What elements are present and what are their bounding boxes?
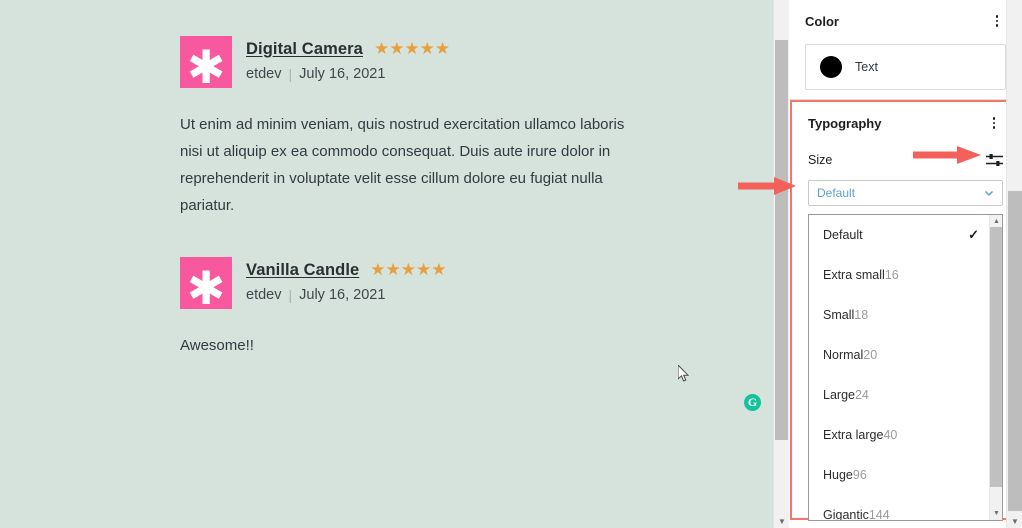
review-author: etdev — [246, 287, 282, 303]
review-block[interactable]: ✱ Digital Camera ★★★★★ etdev | July 16, … — [180, 36, 640, 219]
dropdown-scroll-down-arrow-icon[interactable]: ▼ — [990, 510, 1002, 517]
chevron-down-icon — [984, 190, 994, 197]
settings-sidebar: Color Text Typography Size Default Defau… — [789, 0, 1022, 528]
sliders-icon[interactable] — [986, 153, 1003, 167]
font-size-option-value: 20 — [863, 348, 878, 362]
font-size-option-label: Large24 — [823, 388, 869, 402]
review-header: ✱ Digital Camera ★★★★★ etdev | July 16, … — [180, 36, 640, 94]
more-options-icon[interactable] — [988, 12, 1006, 30]
text-color-swatch-icon — [820, 56, 842, 78]
typography-panel: Typography Size Default Default ✓ Extra … — [790, 100, 1021, 521]
review-body-text[interactable]: Ut enim ad minim veniam, quis nostrud ex… — [180, 111, 640, 219]
review-block[interactable]: ✱ Vanilla Candle ★★★★★ etdev | July 16, … — [180, 257, 640, 359]
editor-canvas[interactable]: ✱ Digital Camera ★★★★★ etdev | July 16, … — [0, 0, 773, 528]
star-rating-icon: ★★★★★ — [370, 259, 447, 280]
font-size-option-label: Default — [823, 228, 863, 242]
font-size-option-value: 18 — [854, 308, 869, 322]
font-size-dropdown[interactable]: Default ✓ Extra small16 Small18 Normal20 Larg… — [808, 214, 1003, 521]
scroll-down-arrow-icon[interactable]: ▼ — [774, 518, 790, 526]
typography-panel-title: Typography — [808, 115, 882, 131]
sidebar-scrollbar[interactable]: ▼ — [1006, 0, 1022, 528]
scroll-down-arrow-icon[interactable]: ▼ — [1007, 518, 1022, 526]
review-title-row: Digital Camera ★★★★★ — [246, 38, 450, 60]
asterisk-avatar-icon: ✱ — [180, 36, 232, 94]
font-size-option[interactable]: Huge96 — [809, 455, 991, 495]
review-byline: etdev | July 16, 2021 — [246, 287, 446, 303]
editor-scrollbar[interactable]: ▼ — [773, 0, 789, 528]
more-options-icon[interactable] — [985, 114, 1003, 132]
font-size-option-value: 24 — [854, 388, 869, 402]
font-size-option-label: Normal20 — [823, 348, 878, 362]
sidebar-scrollbar-thumb[interactable] — [1008, 191, 1022, 511]
avatar-asterisk-glyph: ✱ — [186, 40, 226, 94]
font-size-option[interactable]: Normal20 — [809, 335, 991, 375]
text-color-swatch-button[interactable]: Text — [805, 44, 1006, 90]
byline-separator: | — [288, 66, 293, 82]
review-header: ✱ Vanilla Candle ★★★★★ etdev | July 16, … — [180, 257, 640, 315]
color-panel: Color Text — [789, 0, 1022, 100]
dropdown-scrollbar[interactable]: ▲ ▼ — [989, 215, 1002, 520]
color-panel-header: Color — [805, 0, 1006, 42]
font-size-option-label: Extra large40 — [823, 428, 898, 442]
font-size-select[interactable]: Default — [808, 180, 1003, 206]
font-size-option[interactable]: Large24 — [809, 375, 991, 415]
font-size-option[interactable]: Gigantic144 — [809, 495, 991, 521]
avatar-asterisk-glyph: ✱ — [186, 261, 226, 315]
byline-separator: | — [288, 287, 293, 303]
product-title-link[interactable]: Digital Camera — [246, 40, 363, 59]
review-meta: Vanilla Candle ★★★★★ etdev | July 16, 20… — [246, 257, 446, 304]
font-size-option-label: Huge96 — [823, 468, 867, 482]
size-label: Size — [808, 153, 833, 167]
review-date: July 16, 2021 — [299, 66, 386, 82]
font-size-option[interactable]: Extra large40 — [809, 415, 991, 455]
dropdown-scroll-up-arrow-icon[interactable]: ▲ — [990, 218, 1002, 225]
annotation-arrow-to-size-select — [738, 177, 796, 195]
review-title-row: Vanilla Candle ★★★★★ — [246, 259, 446, 281]
checkmark-icon: ✓ — [968, 227, 979, 242]
asterisk-avatar-icon: ✱ — [180, 257, 232, 315]
star-rating-icon: ★★★★★ — [373, 38, 451, 59]
editor-scrollbar-thumb[interactable] — [775, 40, 788, 440]
font-size-select-value: Default — [817, 186, 856, 200]
review-body-text[interactable]: Awesome!! — [180, 332, 640, 359]
dropdown-scrollbar-thumb[interactable] — [990, 227, 1002, 487]
typography-panel-header: Typography — [808, 102, 1003, 144]
review-byline: etdev | July 16, 2021 — [246, 66, 450, 82]
review-date: July 16, 2021 — [299, 287, 386, 303]
review-author: etdev — [246, 66, 282, 82]
product-title-link[interactable]: Vanilla Candle — [246, 261, 359, 280]
font-size-option-label: Extra small16 — [823, 268, 899, 282]
font-size-option-list: Default ✓ Extra small16 Small18 Normal20 Larg… — [809, 215, 991, 521]
mouse-cursor-icon — [678, 365, 690, 382]
text-color-label: Text — [855, 60, 878, 74]
font-size-option-label: Gigantic144 — [823, 508, 890, 521]
color-panel-title: Color — [805, 13, 839, 29]
font-size-option-label: Small18 — [823, 308, 869, 322]
review-meta: Digital Camera ★★★★★ etdev | July 16, 20… — [246, 36, 450, 83]
font-size-option-value: 40 — [883, 428, 898, 442]
font-size-option-value: 144 — [868, 508, 890, 521]
font-size-option-value: 96 — [852, 468, 867, 482]
font-size-option-value: 16 — [884, 268, 899, 282]
app-window: ✱ Digital Camera ★★★★★ etdev | July 16, … — [0, 0, 1022, 528]
grammarly-icon[interactable]: G — [744, 394, 761, 411]
annotation-arrow-to-sliders-icon — [913, 146, 981, 164]
font-size-option[interactable]: Extra small16 — [809, 255, 991, 295]
font-size-option[interactable]: Small18 — [809, 295, 991, 335]
font-size-option[interactable]: Default ✓ — [809, 215, 991, 255]
